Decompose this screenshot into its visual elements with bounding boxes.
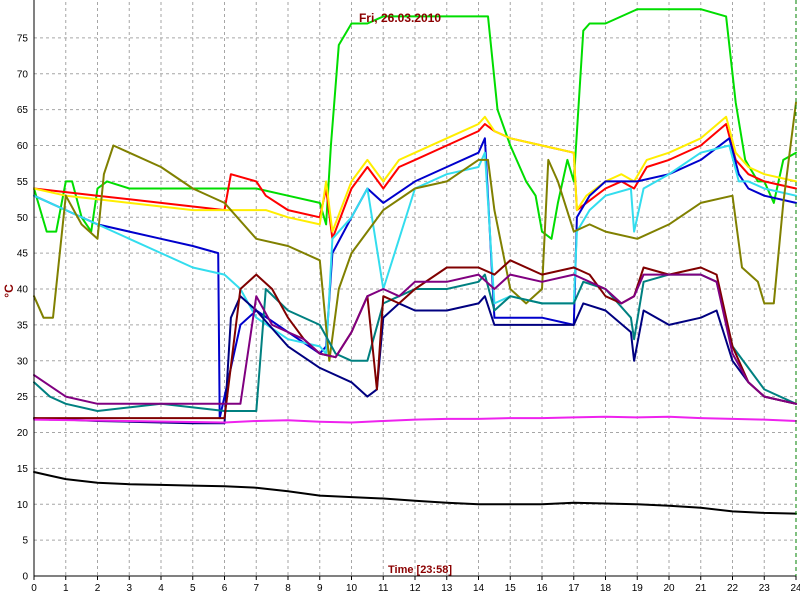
x-tick-label: 9 xyxy=(317,583,323,594)
y-tick-label: 25 xyxy=(17,392,29,403)
y-tick-label: 5 xyxy=(22,536,28,547)
x-tick-label: 16 xyxy=(536,583,548,594)
y-tick-label: 20 xyxy=(17,428,29,439)
x-tick-label: 17 xyxy=(568,583,580,594)
x-tick-label: 10 xyxy=(346,583,358,594)
y-tick-label: 15 xyxy=(17,464,29,475)
y-tick-label: 50 xyxy=(17,213,29,224)
x-tick-label: 1 xyxy=(63,583,69,594)
y-tick-label: 0 xyxy=(22,572,28,583)
x-tick-label: 20 xyxy=(663,583,675,594)
x-tick-label: 15 xyxy=(505,583,517,594)
chart-background xyxy=(0,0,800,600)
y-tick-label: 55 xyxy=(17,177,29,188)
x-tick-label: 21 xyxy=(695,583,707,594)
y-tick-label: 65 xyxy=(17,105,29,116)
x-tick-label: 3 xyxy=(126,583,132,594)
y-tick-label: 10 xyxy=(17,500,29,511)
y-axis-label: °C xyxy=(2,284,16,298)
x-tick-label: 5 xyxy=(190,583,196,594)
x-tick-label: 2 xyxy=(95,583,101,594)
x-tick-label: 19 xyxy=(632,583,644,594)
x-tick-label: 7 xyxy=(253,583,259,594)
chart-title: Fri, 26.03.2010 xyxy=(359,11,441,25)
x-tick-label: 22 xyxy=(727,583,739,594)
x-tick-label: 14 xyxy=(473,583,485,594)
x-axis-label: Time [23:58] xyxy=(388,564,452,576)
x-tick-label: 11 xyxy=(378,583,389,594)
x-tick-label: 24 xyxy=(790,583,800,594)
x-tick-label: 8 xyxy=(285,583,291,594)
y-tick-label: 60 xyxy=(17,141,29,152)
x-tick-label: 4 xyxy=(158,583,164,594)
x-tick-label: 18 xyxy=(600,583,612,594)
x-tick-label: 23 xyxy=(759,583,771,594)
y-tick-label: 45 xyxy=(17,249,29,260)
y-tick-label: 30 xyxy=(17,356,29,367)
x-tick-label: 6 xyxy=(222,583,228,594)
y-tick-label: 35 xyxy=(17,320,29,331)
x-tick-label: 13 xyxy=(441,583,453,594)
line-chart: 051015202530354045505560657075 012345678… xyxy=(0,0,800,600)
y-tick-label: 75 xyxy=(17,33,29,44)
x-tick-label: 12 xyxy=(409,583,421,594)
y-tick-label: 40 xyxy=(17,285,29,296)
y-tick-label: 70 xyxy=(17,69,29,80)
x-tick-label: 0 xyxy=(31,583,37,594)
